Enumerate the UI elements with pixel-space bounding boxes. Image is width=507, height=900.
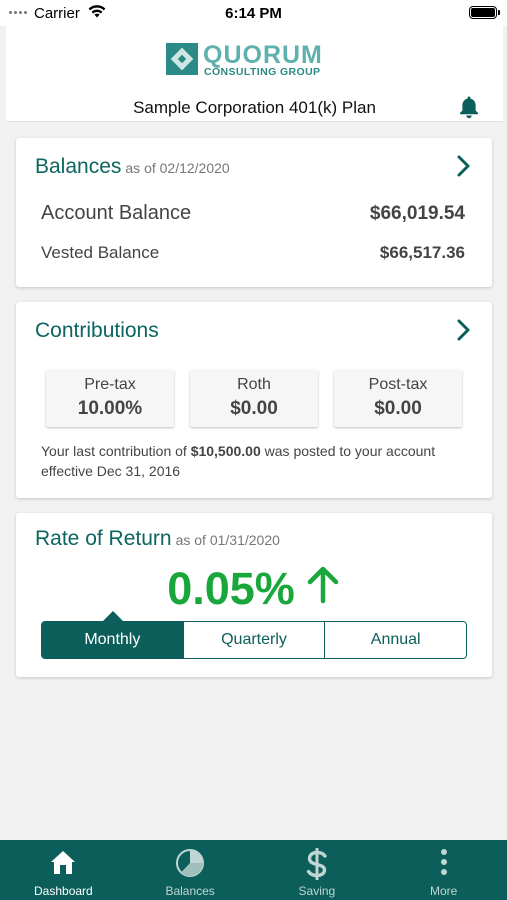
contribution-label: Pre-tax bbox=[84, 376, 136, 393]
period-annual-button[interactable]: Annual bbox=[325, 622, 466, 658]
logo-subtitle: CONSULTING GROUP bbox=[204, 66, 321, 78]
app-header: QUORUM CONSULTING GROUP Sample Corporati… bbox=[6, 26, 503, 122]
quorum-logo: QUORUM CONSULTING GROUP bbox=[166, 41, 346, 78]
contribution-boxes: Pre-tax 10.00% Roth $0.00 Post-tax $0.00 bbox=[46, 370, 462, 427]
balances-title: Balances bbox=[35, 155, 122, 178]
tab-label: Saving bbox=[298, 884, 336, 898]
account-balance-value: $66,019.54 bbox=[369, 203, 465, 224]
last-contribution-note: Your last contribution of $10,500.00 was… bbox=[41, 441, 472, 481]
balances-as-of: as of 02/12/2020 bbox=[125, 160, 230, 176]
contribution-value: 10.00% bbox=[77, 398, 143, 419]
clock-time: 6:14 PM bbox=[225, 5, 282, 22]
period-quarterly-button[interactable]: Quarterly bbox=[183, 622, 326, 658]
bottom-tab-bar: Dashboard Balances Saving More bbox=[0, 840, 507, 900]
account-balance-row: Account Balance $66,019.54 bbox=[41, 202, 465, 225]
rate-of-return-title-row: Rate of Return as of 01/31/2020 bbox=[35, 527, 280, 551]
tab-label: Dashboard bbox=[34, 884, 93, 898]
contributions-title: Contributions bbox=[35, 319, 159, 342]
contribution-value: $0.00 bbox=[230, 398, 278, 419]
arrow-up-icon bbox=[307, 566, 339, 604]
balances-title-row: Balances as of 02/12/2020 bbox=[35, 155, 230, 179]
contribution-box-pretax: Pre-tax 10.00% bbox=[46, 370, 174, 427]
vested-balance-value: $66,517.36 bbox=[379, 243, 465, 262]
vested-balance-row: Vested Balance $66,517.36 bbox=[41, 243, 465, 263]
tab-label: More bbox=[429, 884, 458, 898]
contribution-box-roth: Roth $0.00 bbox=[190, 370, 318, 427]
plan-title: Sample Corporation 401(k) Plan bbox=[133, 98, 376, 117]
home-icon bbox=[51, 851, 76, 874]
tab-dashboard[interactable]: Dashboard bbox=[0, 840, 127, 900]
more-vertical-icon bbox=[440, 849, 447, 875]
balances-card[interactable]: Balances as of 02/12/2020 Account Balance… bbox=[16, 138, 492, 287]
tab-saving[interactable]: Saving bbox=[254, 840, 381, 900]
chevron-right-icon[interactable] bbox=[456, 319, 472, 341]
tab-balances[interactable]: Balances bbox=[127, 840, 254, 900]
pie-chart-icon bbox=[176, 849, 205, 877]
note-amount: $10,500.00 bbox=[190, 443, 261, 459]
selected-period-caret-icon bbox=[103, 611, 123, 621]
rate-of-return-value: 0.05% bbox=[167, 563, 295, 614]
account-balance-label: Account Balance bbox=[41, 202, 192, 224]
status-bar: Carrier 6:14 PM bbox=[0, 0, 507, 26]
battery-icon bbox=[469, 6, 500, 19]
contributions-card[interactable]: Contributions Pre-tax 10.00% Roth $0.00 … bbox=[16, 302, 492, 498]
rate-of-return-title: Rate of Return bbox=[35, 527, 172, 550]
dollar-icon bbox=[306, 848, 327, 880]
period-monthly-button[interactable]: Monthly bbox=[42, 622, 184, 658]
contribution-label: Roth bbox=[237, 376, 271, 393]
contribution-label: Post-tax bbox=[368, 376, 428, 393]
chevron-right-icon[interactable] bbox=[456, 155, 472, 177]
bell-icon[interactable] bbox=[458, 95, 480, 119]
rate-of-return-as-of: as of 01/31/2020 bbox=[175, 532, 280, 548]
contribution-value: $0.00 bbox=[374, 398, 422, 419]
rate-of-return-card: Rate of Return as of 01/31/2020 0.05% Mon… bbox=[16, 513, 492, 677]
contribution-box-posttax: Post-tax $0.00 bbox=[334, 370, 462, 427]
tab-more[interactable]: More bbox=[380, 840, 507, 900]
logo-mark-icon bbox=[166, 43, 198, 75]
vested-balance-label: Vested Balance bbox=[41, 243, 160, 262]
rate-of-return-value-row: 0.05% bbox=[16, 563, 492, 615]
note-prefix: Your last contribution of bbox=[41, 443, 191, 459]
period-segmented-control: Monthly Quarterly Annual bbox=[41, 621, 467, 659]
tab-label: Balances bbox=[165, 884, 215, 898]
